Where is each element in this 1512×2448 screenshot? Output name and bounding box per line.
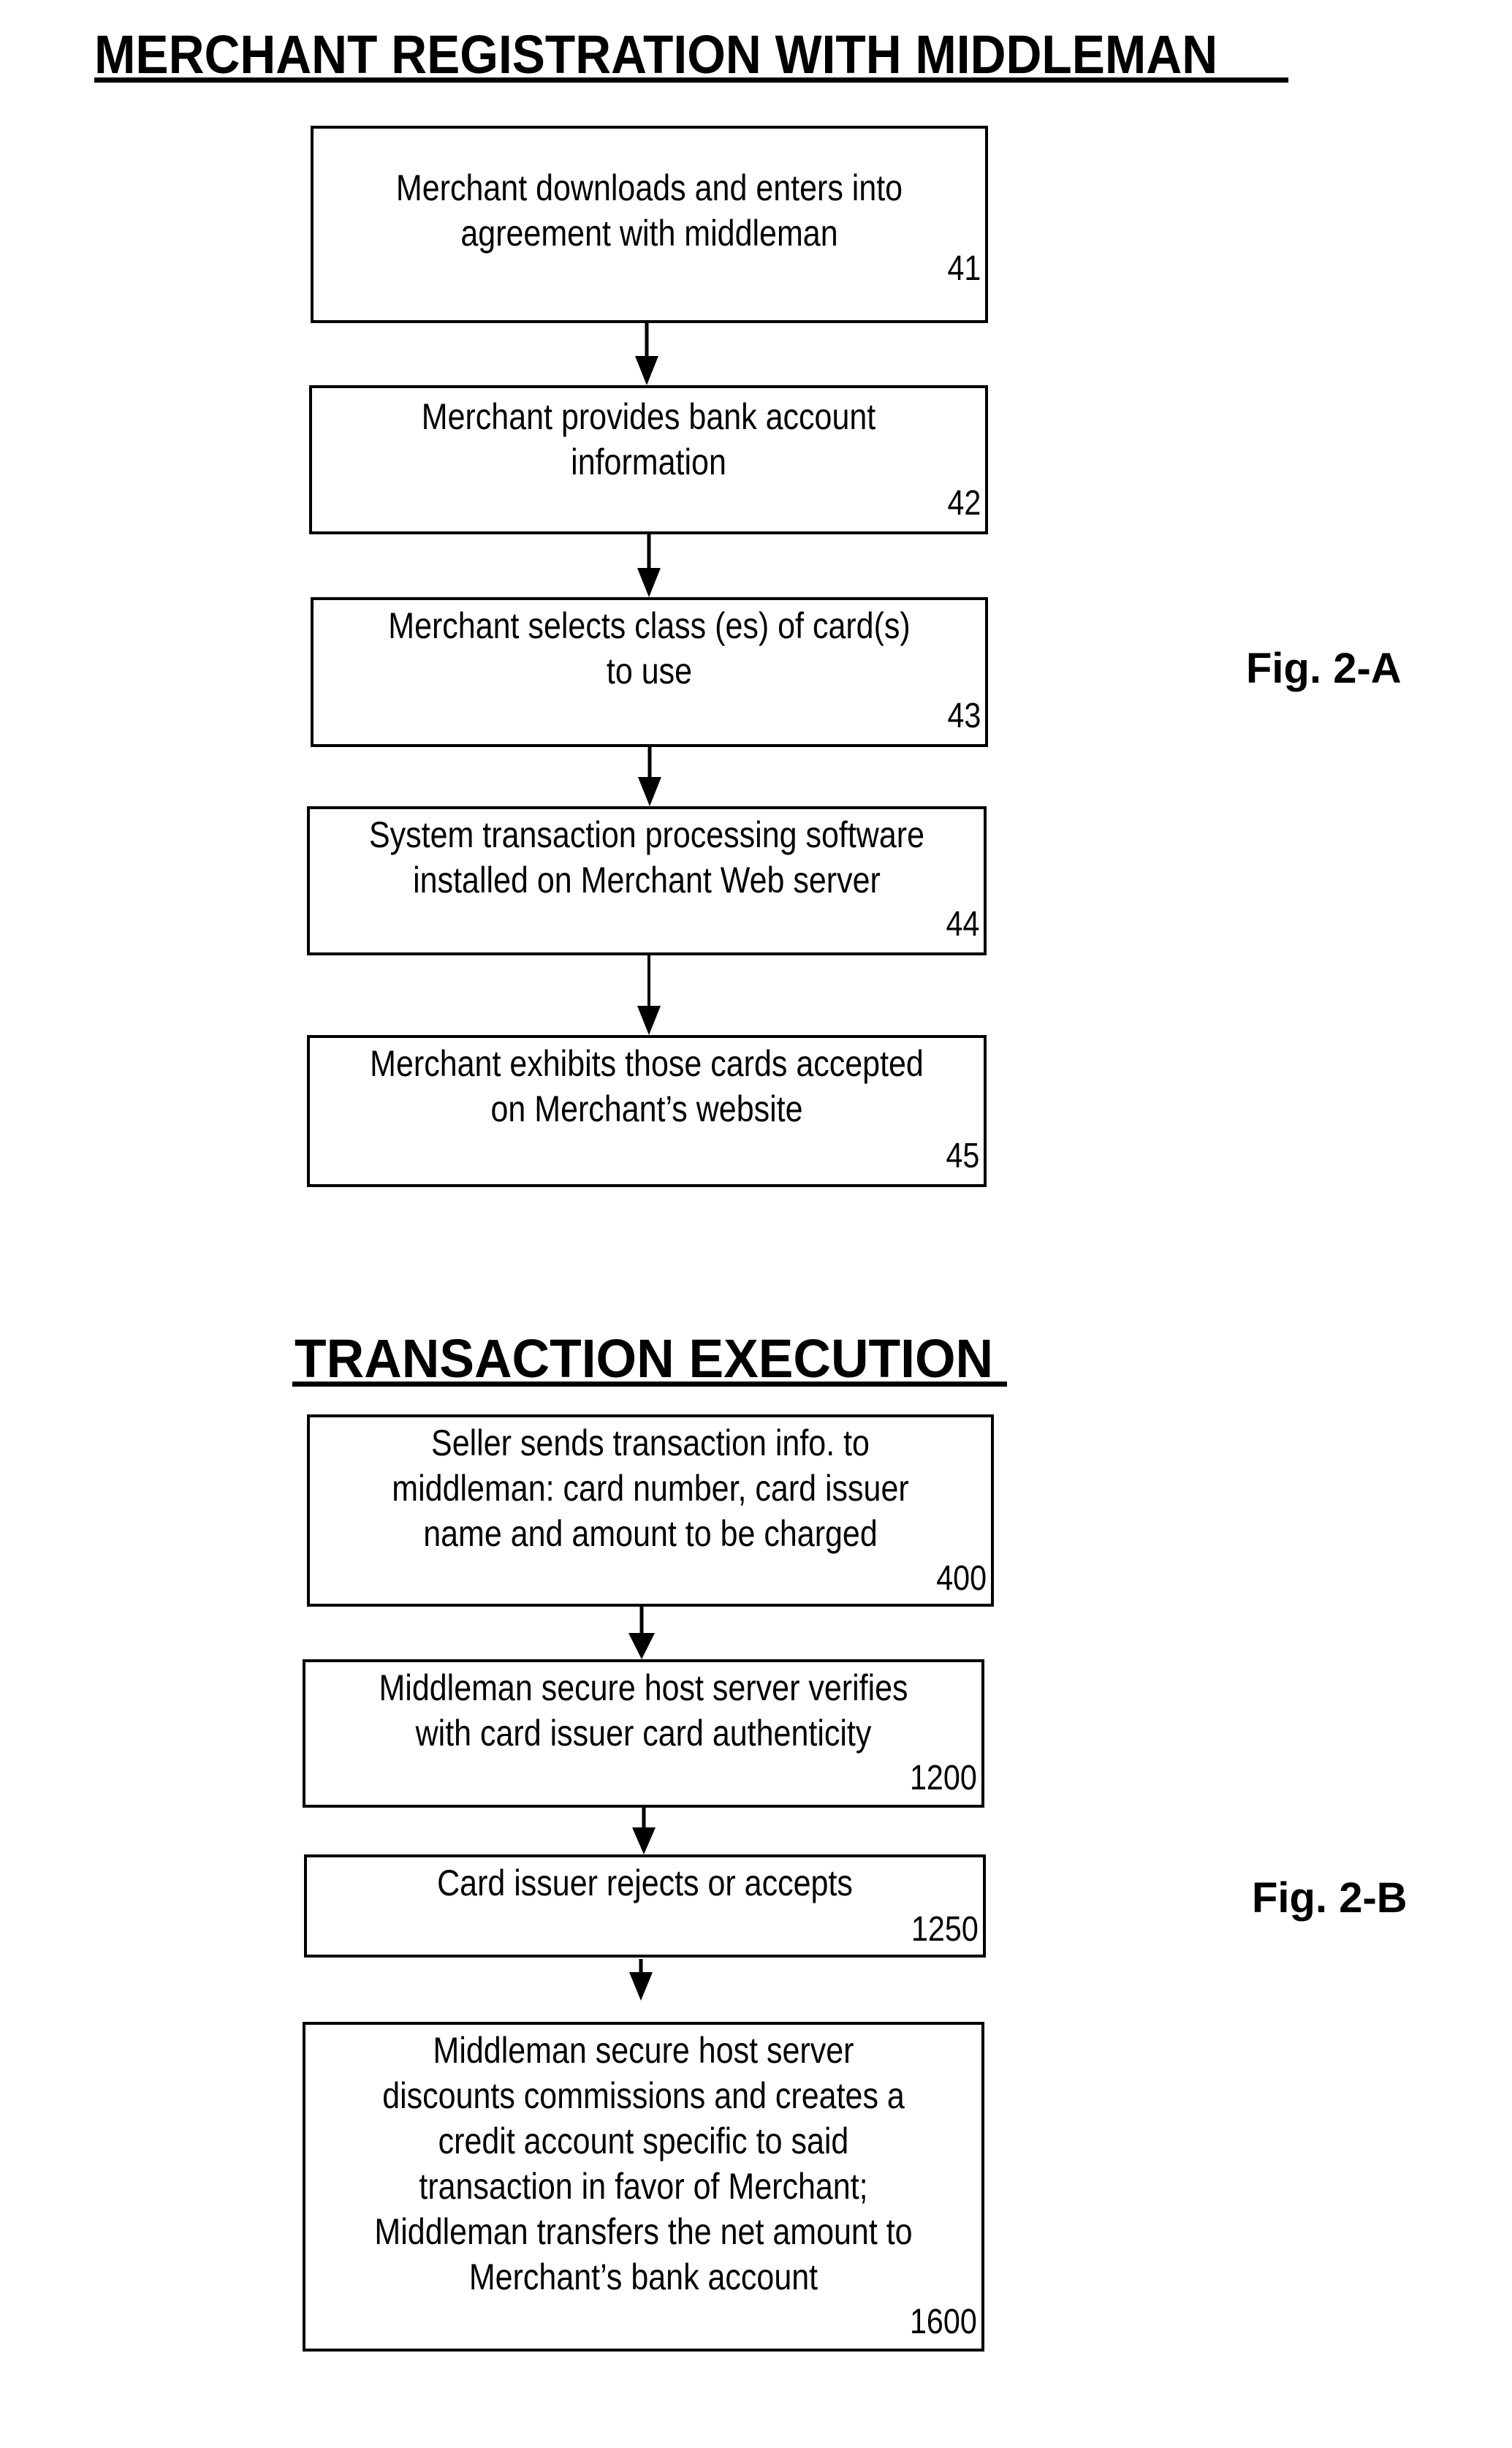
step-text: Middleman secure host server discounts c… bbox=[305, 2028, 981, 2300]
arrow-43-to-44 bbox=[638, 747, 661, 806]
step-text-line: installed on Merchant Web server bbox=[413, 860, 881, 901]
step-text-line: transaction in favor of Merchant; bbox=[419, 2166, 868, 2207]
step-text-line: Seller sends transaction info. to bbox=[431, 1422, 870, 1463]
step-text-line: Merchant provides bank account bbox=[421, 396, 876, 437]
figure-label-2a: Fig. 2-A bbox=[1246, 645, 1402, 692]
step-text-line: Merchant exhibits those cards accepted bbox=[370, 1043, 924, 1084]
step-reference-number: 43 bbox=[947, 697, 981, 735]
step-reference-number: 1250 bbox=[911, 1910, 979, 1949]
arrow-41-to-42 bbox=[635, 323, 658, 385]
step-text-line: System transaction processing software bbox=[369, 814, 924, 855]
step-text-line: information bbox=[571, 442, 726, 482]
flow-step-44: System transaction processing software i… bbox=[307, 806, 987, 955]
flow-step-42: Merchant provides bank account informati… bbox=[309, 385, 988, 534]
step-text: Merchant provides bank account informati… bbox=[312, 394, 985, 485]
step-text-line: Merchant selects class (es) of card(s) bbox=[388, 605, 911, 646]
registration-heading-underline bbox=[94, 77, 1288, 83]
registration-heading: MERCHANT REGISTRATION WITH MIDDLEMAN bbox=[94, 24, 1218, 85]
step-text-line: middleman: card number, card issuer bbox=[392, 1468, 909, 1509]
step-text: System transaction processing software i… bbox=[310, 812, 984, 903]
step-text-line: on Merchant’s website bbox=[490, 1088, 803, 1129]
transaction-heading-underline bbox=[292, 1382, 1007, 1387]
flow-step-1200: Middleman secure host server verifies wi… bbox=[303, 1659, 984, 1808]
figure-label-2b: Fig. 2-B bbox=[1252, 1874, 1407, 1922]
arrow-1250-to-1600 bbox=[629, 1959, 653, 2001]
step-text-line: to use bbox=[606, 651, 693, 691]
step-text-line: with card issuer card authenticity bbox=[415, 1713, 872, 1754]
step-text: Merchant downloads and enters into agree… bbox=[314, 165, 985, 256]
step-text: Middleman secure host server verifies wi… bbox=[305, 1665, 981, 1756]
step-text: Merchant exhibits those cards accepted o… bbox=[310, 1041, 984, 1132]
step-text-line: Middleman secure host server bbox=[433, 2030, 854, 2071]
step-text-line: Merchant’s bank account bbox=[468, 2256, 818, 2297]
step-reference-number: 41 bbox=[947, 249, 981, 288]
flow-step-41: Merchant downloads and enters into agree… bbox=[311, 126, 988, 323]
step-reference-number: 44 bbox=[946, 905, 979, 944]
flow-step-1250: Card issuer rejects or accepts 1250 bbox=[304, 1854, 986, 1958]
step-reference-number: 400 bbox=[936, 1559, 987, 1598]
flow-step-1600: Middleman secure host server discounts c… bbox=[303, 2022, 984, 2352]
flow-step-43: Merchant selects class (es) of card(s) t… bbox=[311, 597, 988, 747]
arrow-400-to-1200 bbox=[628, 1607, 655, 1659]
arrow-44-to-45 bbox=[637, 955, 661, 1035]
flow-step-400: Seller sends transaction info. to middle… bbox=[307, 1414, 994, 1607]
step-text-line: name and amount to be charged bbox=[423, 1513, 878, 1554]
step-text-line: discounts commissions and creates a bbox=[382, 2075, 905, 2116]
step-text-line: Merchant downloads and enters into bbox=[395, 167, 903, 208]
step-text-line: Middleman transfers the net amount to bbox=[374, 2211, 913, 2252]
step-reference-number: 1200 bbox=[910, 1759, 977, 1797]
step-text-line: credit account specific to said bbox=[438, 2121, 849, 2161]
step-text-line: Card issuer rejects or accepts bbox=[437, 1862, 853, 1903]
arrow-1200-to-1250 bbox=[632, 1808, 656, 1854]
step-reference-number: 45 bbox=[946, 1137, 979, 1175]
step-reference-number: 42 bbox=[947, 484, 981, 523]
step-reference-number: 1600 bbox=[910, 2303, 977, 2341]
step-text: Seller sends transaction info. to middle… bbox=[310, 1420, 991, 1556]
step-text-line: Middleman secure host server verifies bbox=[379, 1667, 908, 1708]
arrow-42-to-43 bbox=[637, 534, 661, 597]
step-text: Merchant selects class (es) of card(s) t… bbox=[314, 603, 985, 694]
flow-step-45: Merchant exhibits those cards accepted o… bbox=[307, 1035, 987, 1187]
transaction-heading: TRANSACTION EXECUTION bbox=[295, 1328, 994, 1389]
step-text: Card issuer rejects or accepts bbox=[307, 1860, 983, 1906]
step-text-line: agreement with middleman bbox=[460, 213, 838, 254]
